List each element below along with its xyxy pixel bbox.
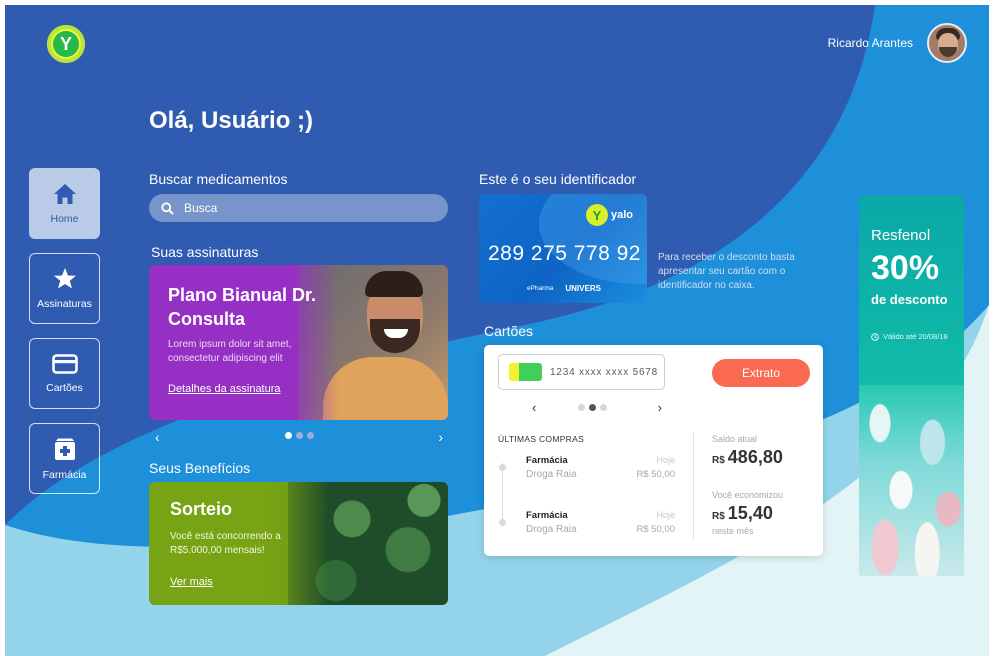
purchases-timeline — [502, 463, 503, 521]
balance-label: Saldo atual — [712, 434, 758, 444]
purchase-date: Hoje — [656, 455, 675, 465]
partner-univers: UNIVERS — [565, 284, 601, 293]
home-icon — [53, 183, 76, 204]
purchase-category: Farmácia — [526, 510, 568, 521]
savings-label: Você economizou — [712, 490, 784, 500]
search-input[interactable] — [184, 201, 414, 215]
promo-validity: Válido até 20/08/18 — [871, 332, 948, 341]
savings-currency: R$ — [712, 511, 725, 522]
sidebar-item-label: Cartões — [46, 381, 83, 394]
benefits-section-title: Seus Benefícios — [149, 460, 251, 476]
carousel-dot[interactable] — [589, 404, 596, 411]
logo-letter: Y — [53, 31, 79, 57]
identifier-number: 289 275 778 92 — [488, 242, 641, 265]
card-next-button[interactable]: › — [658, 400, 662, 415]
app-screen: Y Ricardo Arantes Olá, Usuário ;) Home A… — [5, 5, 989, 656]
savings-value: R$ 15,40 — [712, 503, 773, 524]
card-carousel-controls: ‹ › — [532, 400, 662, 415]
logo-letter: Y — [586, 204, 608, 226]
yalo-logo: Y yalo — [586, 204, 633, 226]
purchase-store: Droga Raia — [526, 469, 577, 480]
cards-section-title: Cartões — [484, 323, 534, 339]
subscription-details-link[interactable]: Detalhes da assinatura — [168, 383, 281, 395]
purchase-amount: R$ 50,00 — [636, 469, 675, 480]
sidebar-item-label: Home — [50, 212, 79, 225]
subscription-carousel-controls: ‹ › — [155, 429, 443, 445]
balance-amount: 486,80 — [727, 447, 783, 467]
card-number: 1234 xxxx xxxx 5678 — [550, 366, 659, 378]
sidebar-item-farmacia[interactable]: Farmácia — [29, 423, 100, 494]
promo-validity-text: Válido até 20/08/18 — [883, 332, 948, 341]
user-avatar[interactable] — [927, 23, 967, 63]
balance-value: R$ 486,80 — [712, 447, 783, 468]
panel-divider — [693, 432, 694, 540]
purchase-store: Droga Raia — [526, 524, 577, 535]
pills-photo — [859, 385, 964, 576]
benefit-more-link[interactable]: Ver mais — [170, 576, 213, 588]
benefit-card[interactable]: Sorteio Você está concorrendo a R$5.000,… — [149, 482, 448, 605]
carousel-dot[interactable] — [296, 432, 303, 439]
extrato-button[interactable]: Extrato — [712, 359, 810, 387]
user-name: Ricardo Arantes — [827, 36, 913, 50]
promo-product: Resfenol — [871, 227, 931, 244]
subscription-card[interactable]: Plano Bianual Dr. Consulta Lorem ipsum d… — [149, 265, 448, 420]
timeline-dot — [499, 464, 506, 471]
carousel-next-button[interactable]: › — [438, 429, 443, 445]
carousel-prev-button[interactable]: ‹ — [155, 429, 160, 445]
benefit-title: Sorteio — [170, 499, 233, 519]
cards-panel: 1234 xxxx xxxx 5678 Extrato ‹ › ÚLTIMAS … — [484, 345, 823, 556]
promo-discount-label: de desconto — [871, 292, 948, 307]
partner-logos: ePharma UNIVERS — [527, 284, 601, 293]
brand-name: yalo — [611, 209, 634, 221]
search-section-title: Buscar medicamentos — [149, 171, 288, 187]
carousel-dots — [285, 432, 314, 439]
search-icon — [161, 201, 174, 215]
savings-amount: 15,40 — [727, 503, 773, 523]
credit-card-icon — [51, 353, 78, 374]
savings-period: neste mês — [712, 526, 754, 536]
recent-purchases-title: ÚLTIMAS COMPRAS — [498, 434, 585, 444]
search-bar[interactable] — [149, 194, 448, 222]
card-thumbnail — [509, 363, 542, 381]
card-selector[interactable]: 1234 xxxx xxxx 5678 — [498, 354, 665, 390]
benefit-description: Você está concorrendo a R$5.000,00 mensa… — [170, 531, 281, 556]
timeline-dot — [499, 519, 506, 526]
card-prev-button[interactable]: ‹ — [532, 400, 536, 415]
sidebar-item-cartoes[interactable]: Cartões — [29, 338, 100, 409]
subscriptions-section-title: Suas assinaturas — [151, 244, 259, 260]
user-menu[interactable]: Ricardo Arantes — [828, 23, 967, 63]
carousel-dot[interactable] — [578, 404, 585, 411]
subscription-title: Plano Bianual Dr. Consulta — [168, 285, 317, 329]
balance-currency: R$ — [712, 455, 725, 466]
sidebar-item-assinaturas[interactable]: Assinaturas — [29, 253, 100, 324]
purchase-amount: R$ 50,00 — [636, 524, 675, 535]
purchase-category: Farmácia — [526, 455, 568, 466]
partner-epharma: ePharma — [527, 285, 554, 292]
carousel-dot[interactable] — [307, 432, 314, 439]
sidebar-item-label: Assinaturas — [37, 298, 92, 310]
pharmacy-icon — [54, 438, 75, 460]
carousel-dot[interactable] — [600, 404, 607, 411]
subscription-description: Lorem ipsum dolor sit amet, consectetur … — [168, 339, 292, 364]
sidebar-item-home[interactable]: Home — [29, 168, 100, 239]
purchase-date: Hoje — [656, 510, 675, 520]
carousel-dot[interactable] — [285, 432, 292, 439]
greeting-title: Olá, Usuário ;) — [149, 107, 314, 134]
app-logo[interactable]: Y — [47, 25, 85, 63]
identifier-info-text: Para receber o desconto basta apresentar… — [658, 252, 795, 291]
identifier-card[interactable]: Y yalo 289 275 778 92 ePharma UNIVERS — [479, 194, 647, 303]
sidebar-item-label: Farmácia — [42, 468, 87, 481]
card-carousel-dots — [578, 404, 607, 411]
star-icon — [53, 268, 76, 289]
promo-banner[interactable]: Resfenol 30% de desconto Válido até 20/0… — [859, 195, 964, 576]
identifier-section-title: Este é o seu identificador — [479, 171, 637, 187]
promo-discount: 30% — [871, 249, 940, 287]
clock-icon — [871, 332, 879, 341]
